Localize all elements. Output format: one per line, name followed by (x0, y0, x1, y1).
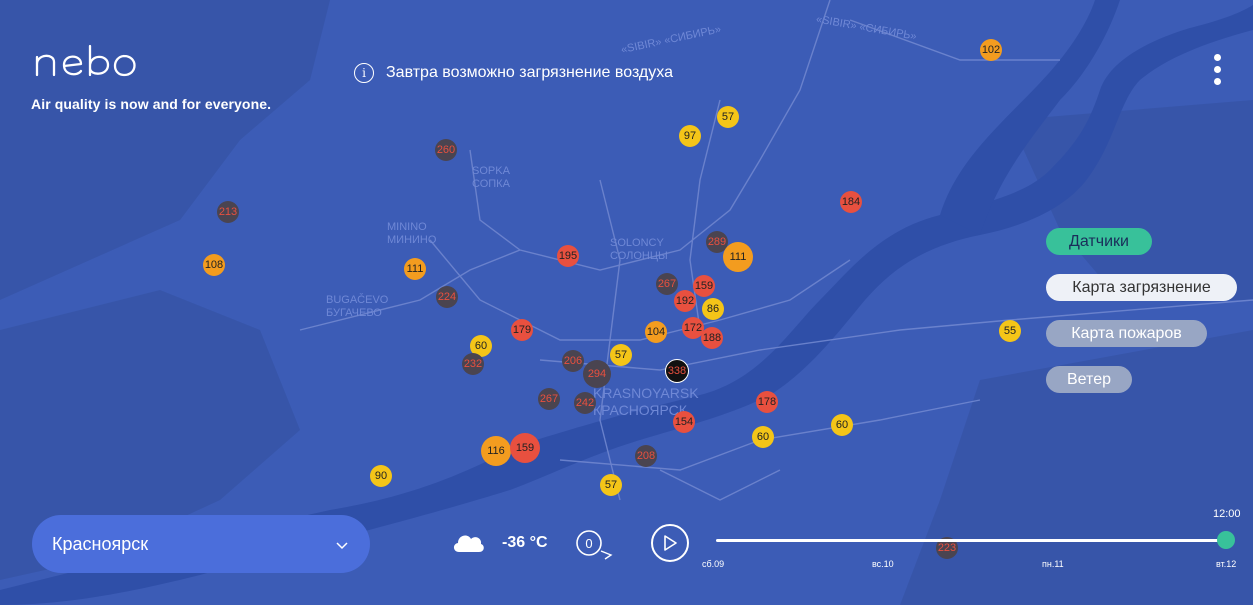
cloud-icon (451, 531, 485, 558)
aqi-marker[interactable]: 60 (752, 426, 774, 448)
aqi-marker[interactable]: 206 (562, 350, 584, 372)
map-label: СОПКА (472, 178, 511, 190)
aqi-marker[interactable]: 154 (673, 411, 695, 433)
aqi-marker[interactable]: 267 (538, 388, 560, 410)
aqi-marker[interactable]: 57 (610, 344, 632, 366)
wind-indicator-icon: 0 (575, 529, 615, 566)
timeline-track[interactable] (716, 539, 1227, 542)
aqi-marker[interactable]: 116 (481, 436, 511, 466)
aqi-marker[interactable]: 159 (510, 433, 540, 463)
fire-map-button[interactable]: Карта пожаров (1046, 320, 1207, 347)
aqi-marker[interactable]: 213 (217, 201, 239, 223)
map-label: MININO (387, 221, 427, 233)
aqi-marker[interactable]: 108 (203, 254, 225, 276)
aqi-marker[interactable]: 90 (370, 465, 392, 487)
city-selector[interactable]: Красноярск (32, 515, 370, 573)
timeline-handle[interactable] (1217, 531, 1235, 549)
map-label: KRASNOYARSK (593, 385, 699, 401)
wind-layer-button[interactable]: Ветер (1046, 366, 1132, 393)
aqi-marker[interactable]: 60 (831, 414, 853, 436)
aqi-marker[interactable]: 294 (583, 360, 611, 388)
aqi-marker[interactable]: 104 (645, 321, 667, 343)
aqi-marker[interactable]: 57 (717, 106, 739, 128)
aqi-marker[interactable]: 111 (404, 258, 426, 280)
timeline-time: 12:00 (1213, 508, 1241, 520)
more-menu-icon[interactable] (1210, 54, 1224, 94)
map-label: МИНИНО (387, 234, 437, 246)
pollution-map-button[interactable]: Карта загрязнение (1046, 274, 1237, 301)
info-icon: i (354, 63, 374, 83)
map-label: СОЛОНЦЫ (610, 250, 668, 262)
aqi-marker[interactable]: 338 (665, 359, 689, 383)
map-label: БУГАЧЕВО (326, 307, 382, 319)
aqi-marker[interactable]: 97 (679, 125, 701, 147)
temperature: -36 °C (502, 534, 548, 551)
play-icon (664, 535, 677, 551)
aqi-marker[interactable]: 178 (756, 391, 778, 413)
aqi-marker[interactable]: 195 (557, 245, 579, 267)
timeline-day: сб.09 (702, 559, 725, 569)
city-name: Красноярск (52, 533, 149, 554)
sensors-layer-button[interactable]: Датчики (1046, 228, 1152, 255)
map-label: SOLONCY (610, 237, 664, 249)
tagline: Air quality is now and for everyone. (31, 96, 272, 112)
timeline-day: вт.12 (1216, 559, 1237, 569)
aqi-marker[interactable]: 188 (701, 327, 723, 349)
play-button[interactable] (651, 524, 689, 562)
map-label: BUGAČEVO (326, 293, 389, 306)
forecast-notice[interactable]: i Завтра возможно загрязнение воздуха (354, 63, 673, 83)
aqi-marker[interactable]: 208 (635, 445, 657, 467)
aqi-marker[interactable]: 232 (462, 353, 484, 375)
aqi-marker[interactable]: 192 (674, 290, 696, 312)
nebo-logo[interactable] (34, 42, 146, 87)
aqi-marker[interactable]: 184 (840, 191, 862, 213)
wind-value: 0 (585, 536, 592, 551)
aqi-marker[interactable]: 224 (436, 286, 458, 308)
aqi-marker[interactable]: 102 (980, 39, 1002, 61)
aqi-marker[interactable]: 179 (511, 319, 533, 341)
notice-text: Завтра возможно загрязнение воздуха (386, 64, 673, 81)
aqi-marker[interactable]: 159 (693, 275, 715, 297)
aqi-marker[interactable]: 57 (600, 474, 622, 496)
timeline-day: вс.10 (872, 559, 894, 569)
map-label: SOPKA (472, 165, 511, 177)
chevron-down-icon (336, 534, 348, 555)
aqi-marker[interactable]: 111 (723, 242, 753, 272)
aqi-marker[interactable]: 260 (435, 139, 457, 161)
aqi-marker[interactable]: 86 (702, 298, 724, 320)
aqi-marker[interactable]: 55 (999, 320, 1021, 342)
timeline-day: пн.11 (1042, 559, 1064, 569)
aqi-marker[interactable]: 267 (656, 273, 678, 295)
aqi-marker[interactable]: 242 (574, 392, 596, 414)
